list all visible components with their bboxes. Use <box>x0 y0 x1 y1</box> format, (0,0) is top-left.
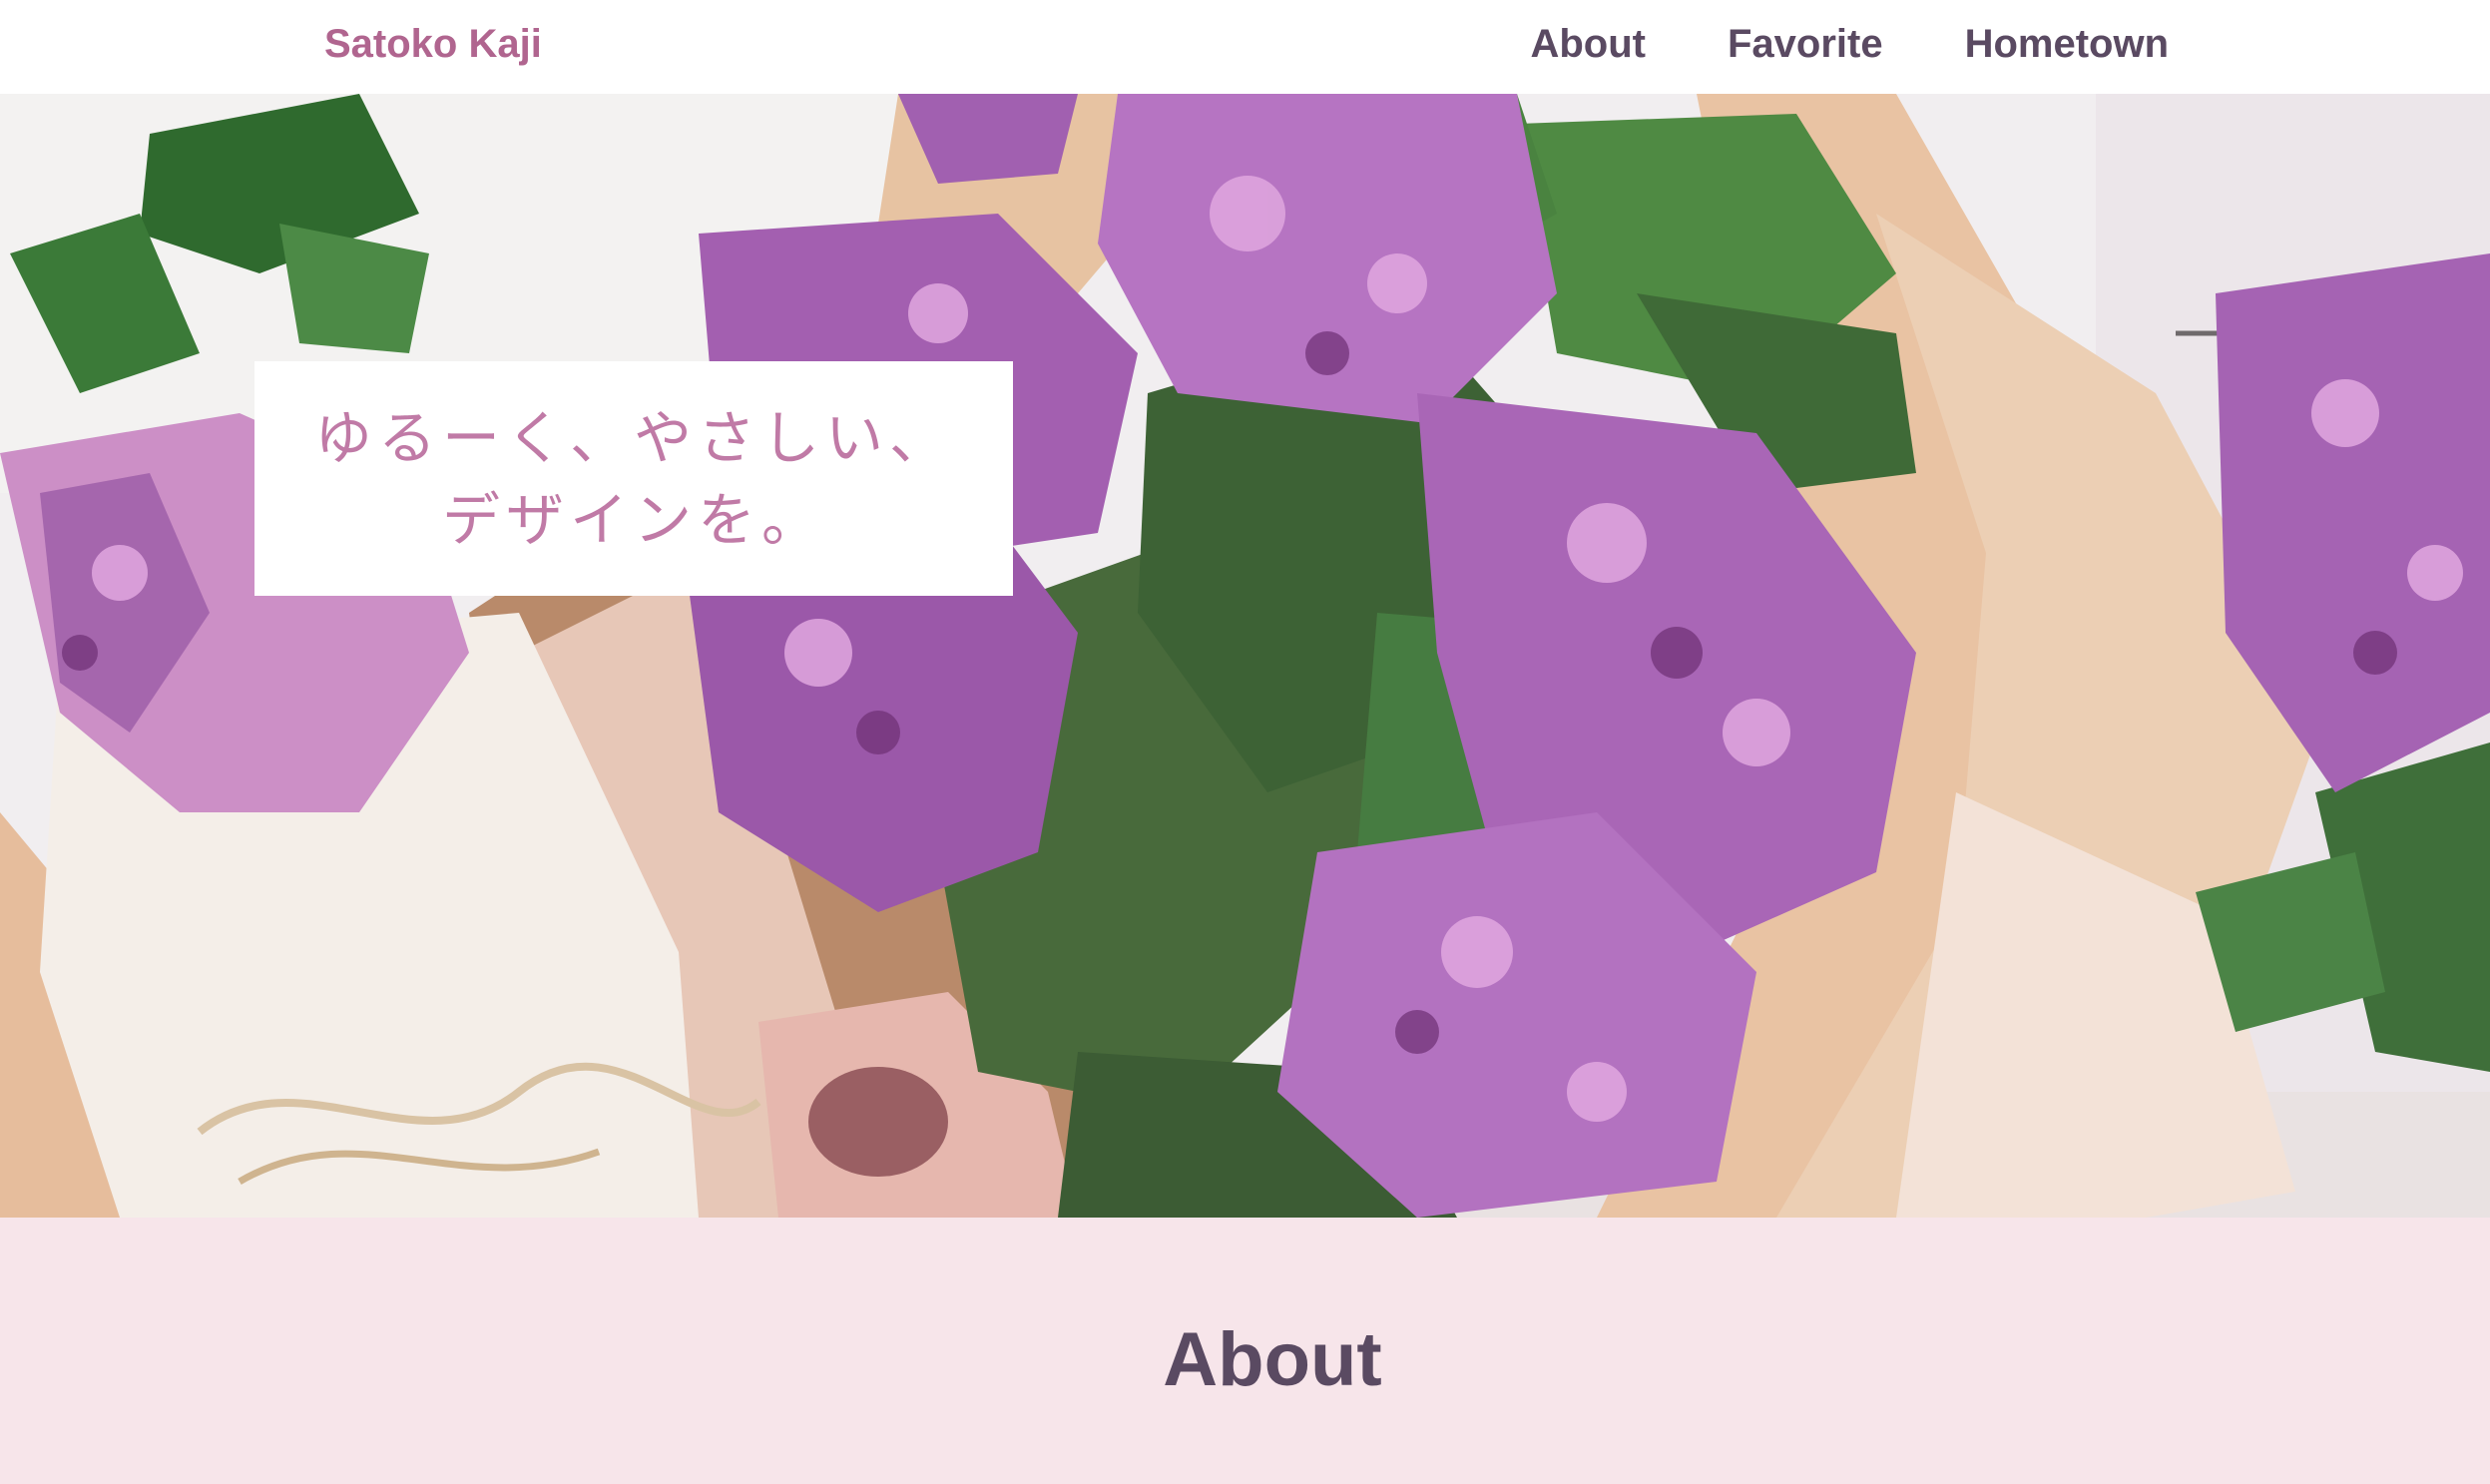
nav-link-about[interactable]: About <box>1530 18 1646 70</box>
main-nav: About Favorite Hometown <box>1530 18 2169 70</box>
site-header: Satoko Kaji About Favorite Hometown <box>0 0 2490 94</box>
nav-link-hometown[interactable]: Hometown <box>1965 18 2169 70</box>
hero-tagline-line-2: デザインを。 <box>441 485 825 554</box>
hero-image <box>0 94 2490 1218</box>
nav-link-favorite[interactable]: Favorite <box>1728 18 1883 70</box>
hero-section: ゆるーく、やさしい、 デザインを。 <box>0 94 2490 1218</box>
about-section: About <box>0 1218 2490 1484</box>
about-heading: About <box>1163 1317 1382 1402</box>
brand-logo-link[interactable]: Satoko Kaji <box>324 18 542 70</box>
hero-tagline-line-1: ゆるーく、やさしい、 <box>313 403 953 472</box>
hero-tagline-box: ゆるーく、やさしい、 デザインを。 <box>254 361 1013 596</box>
